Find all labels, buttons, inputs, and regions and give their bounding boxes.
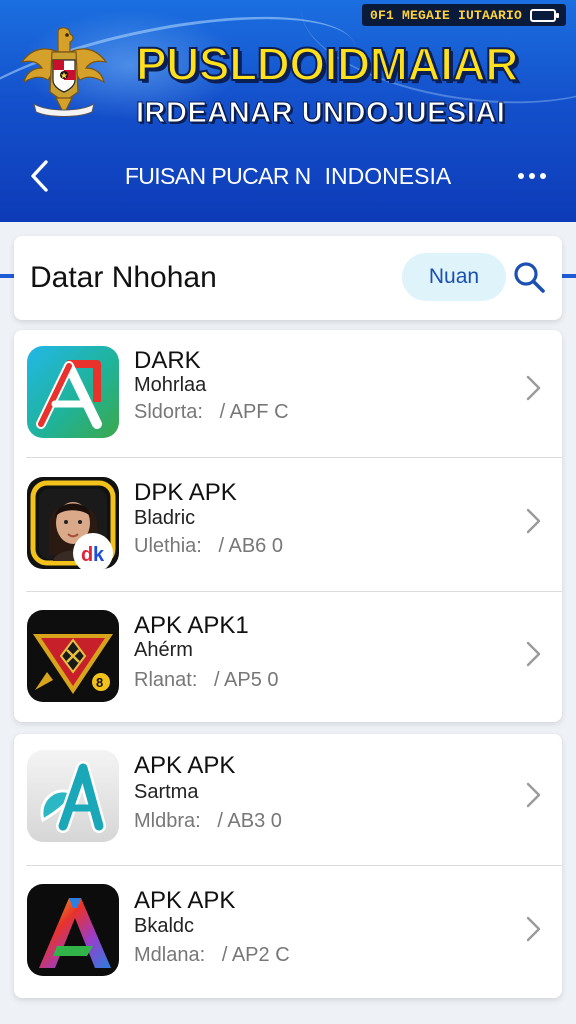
app-meta-label: Ulethia:	[134, 535, 202, 557]
app-list-card: DARK Mohrlaa Sldorta: / APF C d k DPK AP…	[14, 330, 562, 722]
app-category: Sartma	[134, 781, 199, 803]
app-meta-value: / APF C	[219, 401, 289, 423]
teal-a-logo-icon	[27, 750, 119, 842]
app-meta-label: Rlanat:	[134, 669, 198, 691]
chevron-right-icon	[526, 916, 541, 942]
search-chip-button[interactable]: Nuan	[402, 253, 506, 301]
portrait-avatar-icon: d k	[27, 477, 119, 569]
app-name: DPK APK	[134, 479, 237, 506]
search-icon[interactable]	[512, 260, 546, 294]
app-meta: Rlanat: / AP5 0	[134, 668, 279, 692]
app-name: APK APK1	[134, 612, 249, 639]
chevron-right-icon	[526, 782, 541, 808]
dot-icon	[518, 173, 524, 179]
app-category: Bladric	[134, 507, 196, 529]
app-category: Bkaldc	[134, 915, 195, 937]
app-meta-value: / AB3 0	[217, 810, 282, 832]
brand-title: PUSLDOIDMAIAR	[135, 37, 519, 91]
nav-title-part2: INDONESIA	[324, 163, 452, 189]
app-meta: Mdlana: / AP2 C	[134, 943, 290, 967]
app-header: 0F1 MEGAIE IUTAARIO PUSLDOIDMAIAR IRDEAN…	[0, 0, 576, 222]
app-meta-value: / AP5 0	[214, 669, 279, 691]
nav-title: FUISAN PUCAR N INDONESIA	[0, 162, 576, 190]
chevron-right-icon	[526, 375, 541, 401]
app-name: APK APK	[134, 752, 236, 779]
list-item[interactable]: 8 APK APK1 Ahérm Rlanat: / AP5 0	[14, 592, 562, 722]
nav-title-part1: FUISAN PUCAR N	[124, 163, 311, 189]
search-card: Datar Nhohan Nuan	[14, 236, 562, 320]
app-meta: Ulethia: / AB6 0	[134, 534, 283, 558]
brand-subtitle: IRDEANAR UNDOJUESIAI	[136, 97, 506, 130]
more-options-button[interactable]	[510, 160, 554, 192]
dot-icon	[540, 173, 546, 179]
app-name: DARK	[134, 347, 201, 374]
app-meta-label: Sldorta:	[134, 401, 203, 423]
dot-icon	[529, 173, 535, 179]
list-item[interactable]: APK APK Bkaldc Mdlana: / AP2 C	[14, 866, 562, 998]
app-meta-label: Mldbra:	[134, 810, 201, 832]
status-text: 0F1 MEGAIE IUTAARIO	[370, 7, 523, 23]
app-list-card: APK APK Sartma Mldbra: / AB3 0 APK APK B…	[14, 734, 562, 998]
nav-bar: FUISAN PUCAR N INDONESIA	[0, 148, 576, 204]
list-title: Datar Nhohan	[30, 261, 217, 294]
app-category: Ahérm	[134, 639, 193, 661]
app-meta-value: / AB6 0	[218, 535, 283, 557]
list-item[interactable]: APK APK Sartma Mldbra: / AB3 0	[14, 734, 562, 866]
chevron-right-icon	[526, 508, 541, 534]
chevron-right-icon	[526, 641, 541, 667]
app-meta-label: Mdlana:	[134, 944, 206, 966]
status-bar: 0F1 MEGAIE IUTAARIO	[362, 4, 567, 26]
app-meta: Mldbra: / AB3 0	[134, 809, 282, 833]
list-item[interactable]: DARK Mohrlaa Sldorta: / APF C	[14, 330, 562, 458]
triangle-shield-icon: 8	[27, 610, 119, 702]
app-meta: Sldorta: / APF C	[134, 400, 289, 424]
red-a-logo-icon	[27, 346, 119, 438]
app-name: APK APK	[134, 887, 236, 914]
list-item[interactable]: d k DPK APK Bladric Ulethia: / AB6 0	[14, 458, 562, 592]
garuda-emblem-icon	[20, 27, 108, 117]
app-category: Mohrlaa	[134, 374, 207, 396]
battery-icon	[530, 8, 560, 22]
rainbow-a-logo-icon	[27, 884, 119, 976]
svg-text:k: k	[93, 544, 105, 566]
svg-text:d: d	[81, 544, 93, 566]
svg-text:8: 8	[96, 675, 103, 690]
app-meta-value: / AP2 C	[221, 944, 290, 966]
